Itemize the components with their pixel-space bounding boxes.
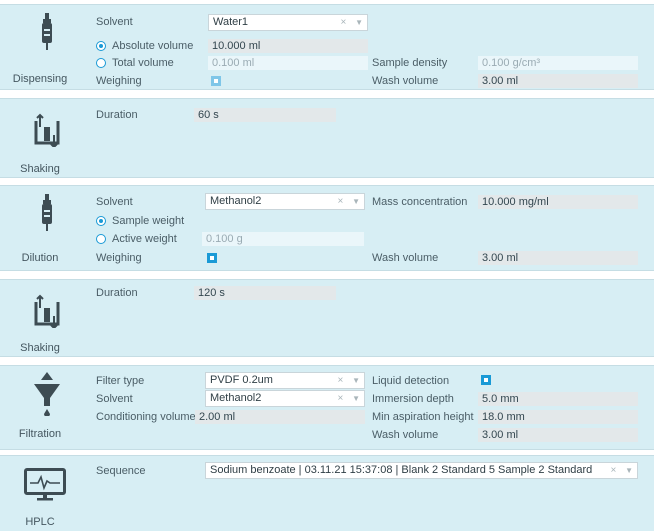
mass-concentration-label: Mass concentration <box>372 196 468 208</box>
hplc-label: HPLC <box>25 516 55 528</box>
chevron-down-icon[interactable]: ▼ <box>352 197 360 206</box>
liquid-detection-label: Liquid detection <box>372 375 450 387</box>
step-shaking-2: Shaking Duration 120 s <box>0 279 654 357</box>
filter-type-select[interactable]: PVDF 0.2um × ▼ <box>205 372 365 389</box>
weighing-checkbox[interactable] <box>211 76 221 86</box>
immersion-depth-label: Immersion depth <box>372 393 454 405</box>
syringe-icon <box>42 13 52 50</box>
solvent-select-controls: × ▼ <box>337 194 360 209</box>
min-aspiration-height-field[interactable]: 18.0 mm <box>478 410 638 424</box>
shaking-2-icon-column: Shaking <box>0 280 80 356</box>
step-dispensing: Dispensing Solvent Water1 × ▼ Absolute v… <box>0 4 654 90</box>
sample-weight-label[interactable]: Sample weight <box>112 215 184 227</box>
solvent-value: Water1 <box>213 16 249 28</box>
weighing-label: Weighing <box>96 252 142 264</box>
wash-volume-label: Wash volume <box>372 252 439 264</box>
conditioning-volume-label: Conditioning volume <box>96 411 196 423</box>
solvent-label: Solvent <box>96 393 133 405</box>
chevron-down-icon[interactable]: ▼ <box>352 376 360 385</box>
absolute-volume-label[interactable]: Absolute volume <box>112 40 193 52</box>
solvent-select-controls: × ▼ <box>337 391 360 406</box>
filtration-icon-column: Filtration <box>0 366 80 449</box>
sample-density-field[interactable]: 0.100 g/cm³ <box>478 56 638 70</box>
step-filtration: Filtration Filter type PVDF 0.2um × ▼ Li… <box>0 365 654 450</box>
total-volume-field[interactable]: 0.100 ml <box>208 56 368 70</box>
duration-label: Duration <box>96 287 138 299</box>
shaking-2-label: Shaking <box>20 342 60 354</box>
monitor-chart-icon <box>24 468 66 501</box>
absolute-volume-field[interactable]: 10.000 ml <box>208 39 368 53</box>
dispensing-label: Dispensing <box>12 73 68 85</box>
weighing-label: Weighing <box>96 75 142 87</box>
sequence-label: Sequence <box>96 465 146 477</box>
solvent-select[interactable]: Methanol2 × ▼ <box>205 390 365 407</box>
wash-volume-label: Wash volume <box>372 429 439 441</box>
solvent-value: Methanol2 <box>210 195 262 207</box>
filter-type-value: PVDF 0.2um <box>210 374 273 386</box>
clear-icon[interactable]: × <box>337 375 343 386</box>
liquid-detection-checkbox[interactable] <box>481 375 491 385</box>
chevron-down-icon[interactable]: ▼ <box>352 394 360 403</box>
wash-volume-field[interactable]: 3.00 ml <box>478 251 638 265</box>
clear-icon[interactable]: × <box>610 465 616 476</box>
immersion-depth-field[interactable]: 5.0 mm <box>478 392 638 406</box>
clear-icon[interactable]: × <box>337 196 343 207</box>
sequence-select-controls: × ▼ <box>607 463 633 478</box>
chevron-down-icon[interactable]: ▼ <box>625 466 633 475</box>
total-volume-label[interactable]: Total volume <box>112 57 174 69</box>
duration-field[interactable]: 120 s <box>194 286 336 300</box>
shaking-1-icon-column: Shaking <box>0 99 80 177</box>
dilution-icon-column: Dilution <box>0 186 80 270</box>
mass-concentration-field[interactable]: 10.000 mg/ml <box>478 195 638 209</box>
clear-icon[interactable]: × <box>340 17 346 28</box>
duration-label: Duration <box>96 109 138 121</box>
solvent-select-controls: × ▼ <box>340 15 363 30</box>
duration-field[interactable]: 60 s <box>194 108 336 122</box>
active-weight-radio[interactable] <box>96 234 106 244</box>
conditioning-volume-field[interactable]: 2.00 ml <box>195 410 365 424</box>
filter-type-select-controls: × ▼ <box>337 373 360 388</box>
weighing-checkbox[interactable] <box>207 253 217 263</box>
chevron-down-icon[interactable]: ▼ <box>355 18 363 27</box>
sequence-select[interactable]: Sodium benzoate | 03.11.21 15:37:08 | Bl… <box>205 462 638 479</box>
active-weight-field[interactable]: 0.100 g <box>202 232 364 246</box>
wash-volume-label: Wash volume <box>372 75 439 87</box>
active-weight-label[interactable]: Active weight <box>112 233 177 245</box>
sample-density-label: Sample density <box>372 57 448 69</box>
filter-type-label: Filter type <box>96 375 145 387</box>
sequence-value: Sodium benzoate | 03.11.21 15:37:08 | Bl… <box>210 464 593 476</box>
solvent-value: Methanol2 <box>210 392 262 404</box>
solvent-label: Solvent <box>96 16 133 28</box>
shaking-1-label: Shaking <box>20 163 60 175</box>
hplc-icon-column: HPLC <box>0 456 80 531</box>
step-hplc: HPLC Sequence Sodium benzoate | 03.11.21… <box>0 455 654 531</box>
min-aspiration-height-label: Min aspiration height <box>372 411 474 423</box>
total-volume-radio[interactable] <box>96 58 106 68</box>
solvent-label: Solvent <box>96 196 133 208</box>
solvent-select[interactable]: Methanol2 × ▼ <box>205 193 365 210</box>
dispensing-icon-column: Dispensing <box>0 5 80 89</box>
shaker-icon <box>34 294 60 328</box>
dilution-label: Dilution <box>21 252 59 264</box>
wash-volume-field[interactable]: 3.00 ml <box>478 74 638 88</box>
sample-weight-radio[interactable] <box>96 216 106 226</box>
syringe-icon <box>42 194 52 231</box>
solvent-select[interactable]: Water1 × ▼ <box>208 14 368 31</box>
clear-icon[interactable]: × <box>337 393 343 404</box>
wash-volume-field[interactable]: 3.00 ml <box>478 428 638 442</box>
shaker-icon <box>34 113 60 147</box>
filter-funnel-icon <box>34 372 60 416</box>
step-shaking-1: Shaking Duration 60 s <box>0 98 654 178</box>
absolute-volume-radio[interactable] <box>96 41 106 51</box>
filtration-label: Filtration <box>18 428 62 440</box>
step-dilution: Dilution Solvent Methanol2 × ▼ Mass conc… <box>0 185 654 271</box>
